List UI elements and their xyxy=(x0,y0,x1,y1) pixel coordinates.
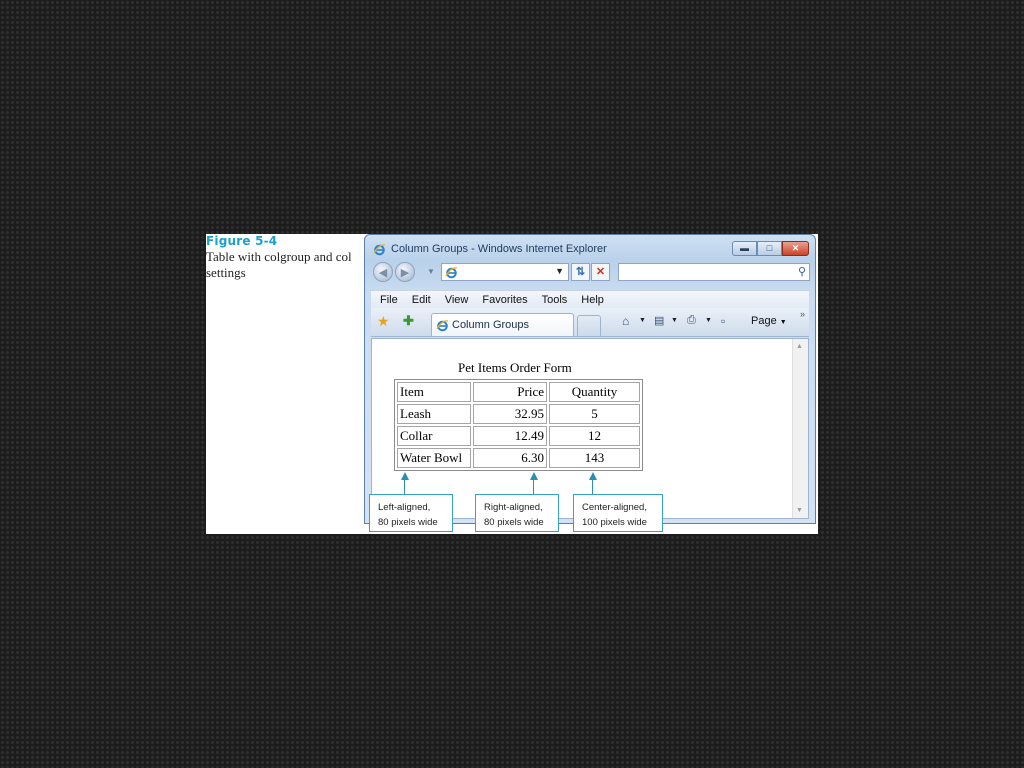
tab-favicon-icon xyxy=(436,319,449,332)
stop-icon: ✕ xyxy=(595,266,606,278)
callout-pointer-line xyxy=(592,478,593,495)
scroll-up-icon[interactable]: ▲ xyxy=(796,343,803,350)
tab-column-groups[interactable]: Column Groups xyxy=(431,313,574,336)
add-favorites-icon[interactable]: ✚ xyxy=(403,313,414,329)
feeds-dropdown-icon[interactable]: ▼ xyxy=(671,317,678,324)
header-price: Price xyxy=(473,382,547,402)
title-bar: Column Groups - Windows Internet Explore… xyxy=(373,241,793,259)
form-title: Pet Items Order Form xyxy=(458,360,572,375)
callout-line: 100 pixels wide xyxy=(582,517,647,528)
menu-bar: File Edit View Favorites Tools Help xyxy=(371,290,809,309)
callout-pointer-arrow xyxy=(401,472,409,480)
callout-pointer-line xyxy=(533,478,534,495)
maximize-icon: □ xyxy=(766,243,773,253)
favorites-star-icon[interactable]: ★ xyxy=(377,313,390,330)
callout-line: 80 pixels wide xyxy=(378,517,438,528)
page-dropdown-icon: ▼ xyxy=(779,319,787,326)
search-icon[interactable]: ⚲ xyxy=(798,265,806,278)
callout-pointer-arrow xyxy=(589,472,597,480)
search-input[interactable]: ⚲ xyxy=(618,263,810,281)
cell-item: Leash xyxy=(397,404,471,424)
order-table: Item Price Quantity Leash 32.95 5 Collar… xyxy=(394,379,643,471)
cell-quantity: 5 xyxy=(549,404,640,424)
menu-view[interactable]: View xyxy=(445,294,469,306)
print-dropdown-icon[interactable]: ▼ xyxy=(705,317,712,324)
scroll-down-icon[interactable]: ▼ xyxy=(796,507,803,514)
navigation-bar: ◀ ▶ ▼ ▼ ⇅ ✕ ⚲ xyxy=(365,261,815,285)
figure-number: Figure 5-4 xyxy=(206,234,278,248)
page-content: Pet Items Order Form Item Price Quantity… xyxy=(371,338,809,519)
figure-caption-text: Table with colgroup and col settings xyxy=(206,249,352,280)
home-dropdown-icon[interactable]: ▼ xyxy=(639,317,646,324)
stop-button[interactable]: ✕ xyxy=(591,263,610,281)
feeds-icon[interactable]: ▤ xyxy=(654,314,664,327)
callout-center-aligned: Center-aligned, 100 pixels wide xyxy=(573,494,663,532)
window-controls: ▬ □ ✕ xyxy=(732,241,809,256)
browser-window: Column Groups - Windows Internet Explore… xyxy=(364,234,816,524)
tab-label: Column Groups xyxy=(452,319,530,331)
menu-tools[interactable]: Tools xyxy=(542,294,568,306)
new-tab-button[interactable] xyxy=(577,315,601,336)
forward-button[interactable]: ▶ xyxy=(395,262,415,282)
callout-line: 80 pixels wide xyxy=(484,517,544,528)
recent-pages-dropdown[interactable]: ▼ xyxy=(427,267,435,276)
menu-file[interactable]: File xyxy=(380,294,398,306)
callout-left-aligned: Left-aligned, 80 pixels wide xyxy=(369,494,453,532)
back-arrow-icon: ◀ xyxy=(378,266,388,279)
cell-item: Collar xyxy=(397,426,471,446)
maximize-button[interactable]: □ xyxy=(757,241,782,256)
table-row: Water Bowl 6.30 143 xyxy=(397,448,640,468)
table-header-row: Item Price Quantity xyxy=(397,382,640,402)
close-button[interactable]: ✕ xyxy=(782,241,809,256)
callout-line: Right-aligned, xyxy=(484,502,543,513)
callout-right-aligned: Right-aligned, 80 pixels wide xyxy=(475,494,559,532)
forward-arrow-icon: ▶ xyxy=(400,266,410,279)
figure-panel: Figure 5-4 Table with colgroup and col s… xyxy=(206,234,818,534)
back-button[interactable]: ◀ xyxy=(373,262,393,282)
cell-quantity: 143 xyxy=(549,448,640,468)
command-bar: ★ ✚ Column Groups ⌂ ▼ ▤ ▼ ⎙ ▼ ▫ Page ▼ » xyxy=(371,308,809,337)
minimize-button[interactable]: ▬ xyxy=(732,241,757,256)
window-title: Column Groups - Windows Internet Explore… xyxy=(391,243,607,255)
cell-price: 32.95 xyxy=(473,404,547,424)
cell-price: 6.30 xyxy=(473,448,547,468)
callout-pointer-arrow xyxy=(530,472,538,480)
figure-caption: Figure 5-4 Table with colgroup and col s… xyxy=(206,234,358,281)
cell-item: Water Bowl xyxy=(397,448,471,468)
callout-line: Left-aligned, xyxy=(378,502,431,513)
ie-logo-icon xyxy=(373,243,386,256)
more-commands-icon[interactable]: » xyxy=(800,309,805,319)
callout-line: Center-aligned, xyxy=(582,502,647,513)
vertical-scrollbar[interactable]: ▲ ▼ xyxy=(792,339,808,518)
page-menu-label: Page xyxy=(751,315,777,327)
header-quantity: Quantity xyxy=(549,382,640,402)
header-item: Item xyxy=(397,382,471,402)
minimize-icon: ▬ xyxy=(740,243,749,253)
table-row: Leash 32.95 5 xyxy=(397,404,640,424)
menu-edit[interactable]: Edit xyxy=(412,294,431,306)
page-favicon-icon xyxy=(445,266,458,279)
refresh-button[interactable]: ⇅ xyxy=(571,263,590,281)
callout-pointer-line xyxy=(404,478,405,495)
menu-favorites[interactable]: Favorites xyxy=(482,294,527,306)
refresh-icon: ⇅ xyxy=(575,266,586,278)
close-icon: ✕ xyxy=(791,243,800,253)
address-bar[interactable]: ▼ xyxy=(441,263,569,281)
print-icon[interactable]: ⎙ xyxy=(687,314,696,327)
address-dropdown-icon[interactable]: ▼ xyxy=(555,266,564,276)
menu-help[interactable]: Help xyxy=(581,294,604,306)
cell-price: 12.49 xyxy=(473,426,547,446)
page-menu-button[interactable]: Page ▼ xyxy=(751,315,787,327)
table-row: Collar 12.49 12 xyxy=(397,426,640,446)
page-icon: ▫ xyxy=(721,314,726,328)
home-icon[interactable]: ⌂ xyxy=(622,314,629,328)
cell-quantity: 12 xyxy=(549,426,640,446)
